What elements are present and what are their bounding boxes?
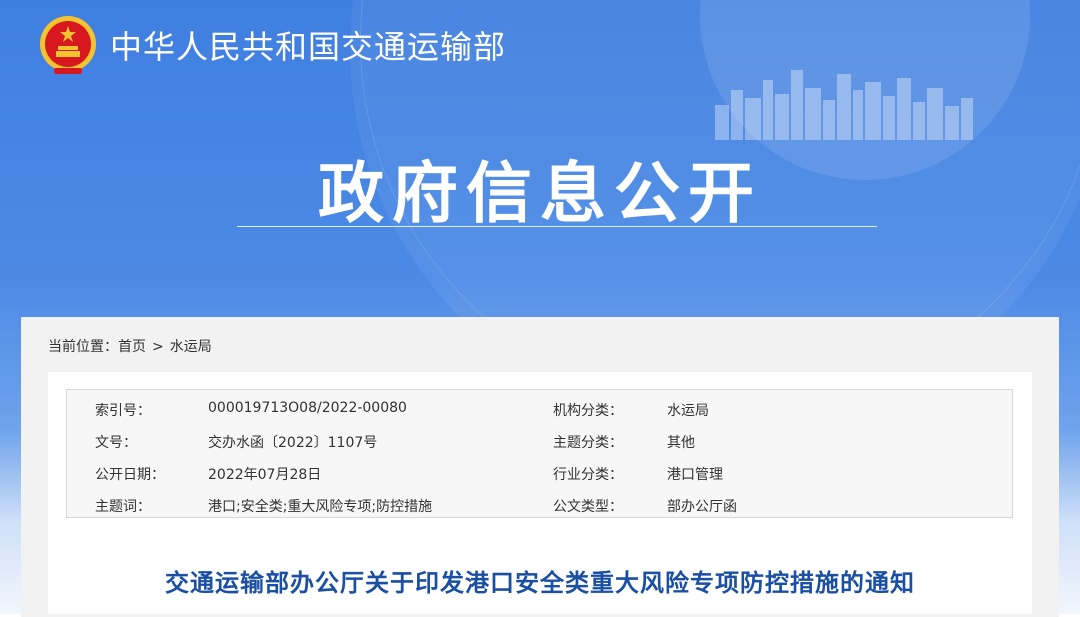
metadata-label: 公开日期： [95,467,165,483]
metadata-value: 交办水函〔2022〕1107号 [208,435,378,451]
metadata-label: 行业分类： [553,467,623,483]
breadcrumb: 当前位置：首页 > 水运局 [48,336,212,356]
metadata-row: 主题词： 港口;安全类;重大风险专项;防控措施 公文类型： 部办公厅函 [67,488,1014,520]
metadata-value: 港口;安全类;重大风险专项;防控措施 [208,499,433,515]
title-underline [237,226,877,227]
metadata-row: 公开日期： 2022年07月28日 行业分类： 港口管理 [67,456,1014,488]
metadata-value: 港口管理 [667,467,723,483]
metadata-value: 000019713O08/2022-00080 [208,400,407,416]
metadata-row: 文号： 交办水函〔2022〕1107号 主题分类： 其他 [67,424,1014,456]
national-emblem-icon [40,16,96,74]
breadcrumb-prefix: 当前位置： [48,339,118,355]
breadcrumb-current-link[interactable]: 水运局 [170,336,212,356]
document-title: 交通运输部办公厅关于印发港口安全类重大风险专项防控措施的通知 [165,569,915,597]
page-title: 政府信息公开 [318,155,762,232]
metadata-label: 文号： [95,435,137,451]
metadata-label: 主题词： [95,499,151,515]
metadata-label: 公文类型： [553,499,623,515]
breadcrumb-separator: > [152,339,164,355]
ministry-name: 中华人民共和国交通运输部 [110,28,507,66]
metadata-label: 主题分类： [553,435,623,451]
metadata-table: 索引号： 000019713O08/2022-00080 机构分类： 水运局 文… [66,389,1013,518]
metadata-value: 部办公厅函 [667,499,737,515]
metadata-label: 机构分类： [553,403,623,419]
metadata-value: 2022年07月28日 [208,467,322,483]
metadata-value: 水运局 [667,403,709,419]
city-skyline-illustration [715,70,973,140]
metadata-value: 其他 [667,435,695,451]
metadata-row: 索引号： 000019713O08/2022-00080 机构分类： 水运局 [67,392,1014,424]
breadcrumb-home-link[interactable]: 首页 [118,336,146,356]
metadata-label: 索引号： [95,403,151,419]
